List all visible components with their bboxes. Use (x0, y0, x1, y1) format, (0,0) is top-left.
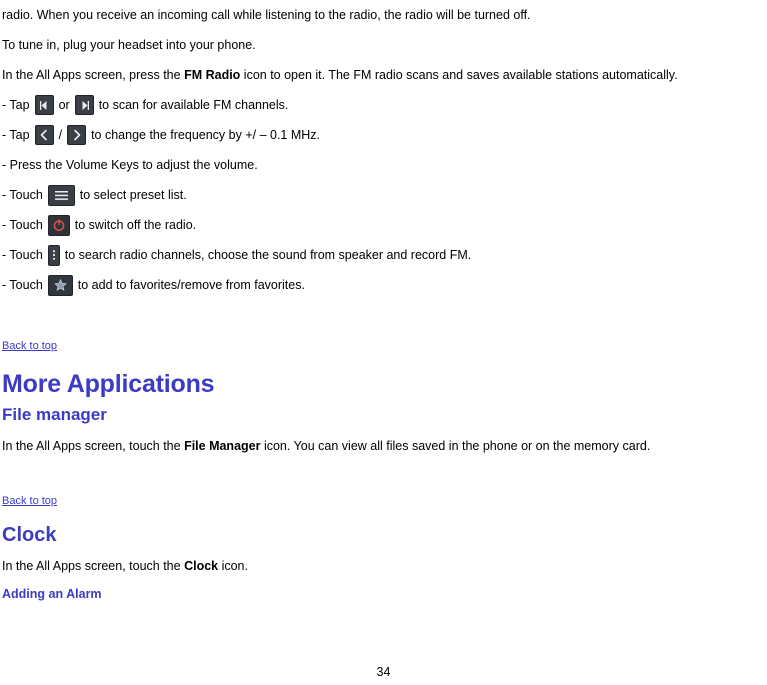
page-content: radio. When you receive an incoming call… (0, 0, 767, 601)
file-manager-paragraph: In the All Apps screen, touch the File M… (2, 431, 765, 461)
bullet-power-suffix: to switch off the radio. (74, 218, 197, 232)
clock-paragraph: In the All Apps screen, touch the Clock … (2, 551, 765, 581)
bullet-preset-prefix: - Touch (2, 188, 43, 202)
fm-radio-label: FM Radio (184, 68, 241, 82)
file-manager-heading: File manager (2, 404, 107, 424)
clock-text-2: icon. (218, 558, 248, 573)
bullet-frequency-suffix: to change the frequency by +/ – 0.1 MHz. (91, 128, 321, 142)
bullet-preset-list: - Touch to select preset list. (2, 180, 765, 210)
bullet-frequency: - Tap / to change the frequency by +/ – … (2, 120, 765, 150)
bullet-volume: - Press the Volume Keys to adjust the vo… (2, 150, 765, 180)
bullet-favorites: - Touch to add to favorites/remove from … (2, 270, 765, 300)
bullet-favorites-prefix: - Touch (2, 278, 43, 292)
bullet-frequency-middle: / (58, 128, 63, 142)
bullet-favorites-suffix: to add to favorites/remove from favorite… (77, 278, 305, 292)
file-manager-text-2: icon. You can view all files saved in th… (260, 438, 651, 453)
document-page: radio. When you receive an incoming call… (0, 0, 767, 685)
preset-list-icon[interactable] (47, 184, 75, 206)
bullet-scan-middle: or (58, 98, 70, 112)
clock-text-1: In the All Apps screen, touch the (2, 558, 185, 573)
page-number: 34 (376, 665, 391, 679)
bullet-search: - Touch to search radio channels, choose… (2, 240, 765, 270)
back-to-top-link-2[interactable]: Back to top (2, 494, 57, 508)
bullet-power-off: - Touch to switch off the radio. (2, 210, 765, 240)
clock-heading: Clock (2, 523, 57, 546)
file-manager-label: File Manager (184, 438, 261, 453)
bullet-search-suffix: to search radio channels, choose the sou… (64, 248, 472, 262)
bullet-volume-text: - Press the Volume Keys to adjust the vo… (2, 158, 258, 172)
bullet-search-prefix: - Touch (2, 248, 43, 262)
back-to-top-link-1[interactable]: Back to top (2, 339, 57, 353)
all-apps-text-2: icon to open it. The FM radio scans and … (240, 68, 678, 82)
file-manager-text-1: In the All Apps screen, touch the (2, 438, 185, 453)
bullet-preset-suffix: to select preset list. (79, 188, 187, 202)
bullet-frequency-prefix: - Tap (2, 128, 30, 142)
bullet-scan-suffix: to scan for available FM channels. (98, 98, 289, 112)
intro-paragraph: radio. When you receive an incoming call… (2, 8, 531, 22)
back-to-top-row-2: Back to top (2, 493, 765, 508)
tune-in-paragraph: To tune in, plug your headset into your … (2, 38, 256, 52)
bullet-power-prefix: - Touch (2, 218, 43, 232)
next-station-icon[interactable] (67, 125, 87, 145)
clock-label: Clock (184, 558, 219, 573)
scan-left-icon[interactable] (34, 95, 54, 115)
bullet-scan: - Tap or to scan for available FM channe… (2, 90, 765, 120)
search-icon[interactable] (47, 244, 60, 266)
favorite-star-icon[interactable] (47, 274, 73, 296)
prev-station-icon[interactable] (34, 125, 54, 145)
adding-alarm-heading: Adding an Alarm (2, 586, 102, 601)
scan-right-icon[interactable] (74, 95, 94, 115)
back-to-top-row-1: Back to top (2, 338, 765, 353)
all-apps-text-1: In the All Apps screen, press the (2, 68, 185, 82)
all-apps-paragraph: In the All Apps screen, press the FM Rad… (2, 60, 765, 90)
power-off-icon[interactable] (47, 214, 70, 236)
more-applications-heading: More Applications (2, 370, 215, 398)
bullet-scan-prefix: - Tap (2, 98, 30, 112)
